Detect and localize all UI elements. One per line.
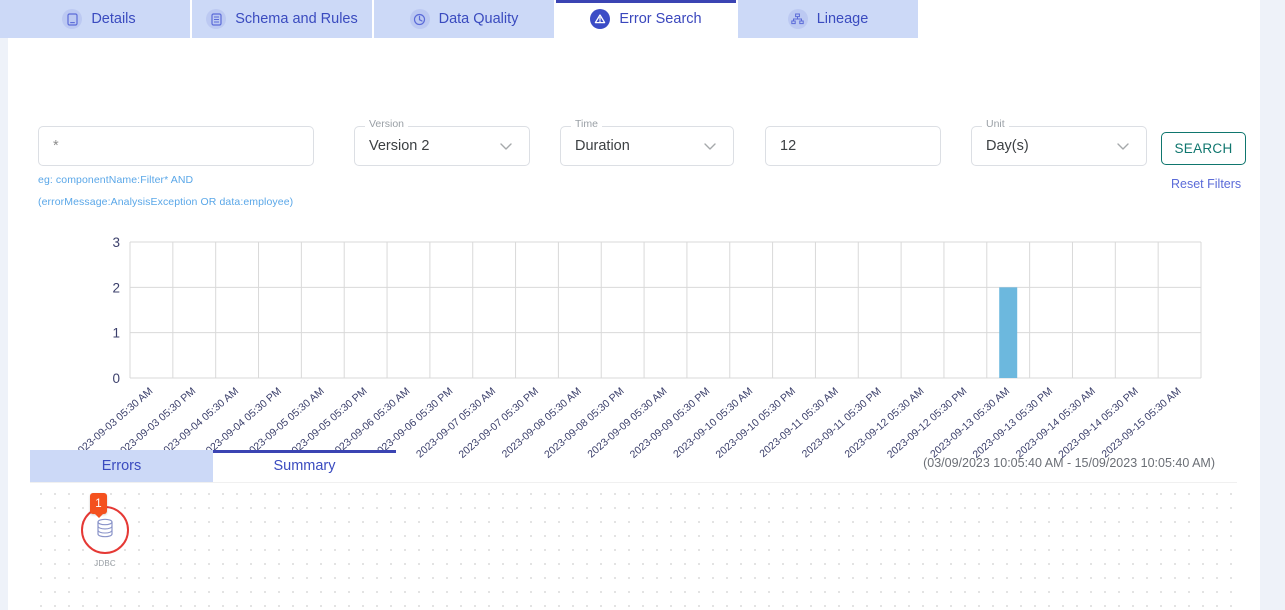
time-select-label: Time (571, 119, 602, 130)
svg-text:2023-09-14 05:30 PM: 2023-09-14 05:30 PM (1056, 385, 1141, 461)
duration-value-input[interactable]: 12 (765, 126, 941, 166)
svg-text:1: 1 (112, 326, 120, 341)
result-tabstrip: Errors Summary (30, 450, 396, 482)
svg-text:2023-09-12 05:30 AM: 2023-09-12 05:30 AM (842, 385, 926, 460)
time-select[interactable]: Time Duration (560, 126, 734, 166)
svg-text:2023-09-15 05:30 AM: 2023-09-15 05:30 AM (1099, 385, 1183, 460)
search-button[interactable]: SEARCH (1161, 132, 1246, 165)
error-count-badge[interactable]: 1 (90, 493, 107, 514)
svg-text:2023-09-08 05:30 PM: 2023-09-08 05:30 PM (542, 385, 627, 461)
svg-text:2023-09-10 05:30 PM: 2023-09-10 05:30 PM (713, 385, 798, 461)
tab-errors[interactable]: Errors (30, 450, 213, 482)
version-select-value: Version 2 (369, 138, 497, 154)
svg-text:2023-09-07 05:30 PM: 2023-09-07 05:30 PM (456, 385, 541, 461)
svg-text:0: 0 (112, 371, 120, 386)
graph-node-label: JDBC (74, 559, 136, 568)
svg-text:2023-09-09 05:30 AM: 2023-09-09 05:30 AM (585, 385, 669, 460)
tab-schema-and-rules-label: Schema and Rules (235, 11, 358, 27)
svg-text:2023-09-11 05:30 PM: 2023-09-11 05:30 PM (800, 385, 884, 460)
duration-value: 12 (780, 138, 926, 154)
chart-svg[interactable]: 01232023-09-03 05:30 AM2023-09-03 05:30 … (8, 188, 1260, 478)
svg-text:2: 2 (112, 280, 120, 295)
tab-data-quality[interactable]: Data Quality (374, 0, 556, 38)
tab-errors-label: Errors (102, 458, 141, 474)
chevron-down-icon[interactable] (1114, 137, 1132, 155)
svg-text:2023-09-11 05:30 AM: 2023-09-11 05:30 AM (757, 385, 841, 460)
document-icon (62, 9, 82, 29)
version-select[interactable]: Version Version 2 (354, 126, 530, 166)
unit-select-label: Unit (982, 119, 1009, 130)
error-search-card: * Version Version 2 Time Duration 12 (8, 38, 1260, 610)
svg-text:2023-09-08 05:30 AM: 2023-09-08 05:30 AM (500, 385, 584, 460)
tab-summary[interactable]: Summary (213, 450, 396, 482)
svg-text:2023-09-14 05:30 AM: 2023-09-14 05:30 AM (1014, 385, 1098, 460)
warning-icon (590, 9, 610, 29)
chevron-down-icon[interactable] (497, 137, 515, 155)
svg-text:3: 3 (112, 235, 120, 250)
query-input[interactable]: * (38, 126, 314, 166)
svg-text:2023-09-10 05:30 AM: 2023-09-10 05:30 AM (671, 385, 755, 460)
tab-lineage-label: Lineage (817, 11, 869, 27)
error-histogram-chart: 01232023-09-03 05:30 AM2023-09-03 05:30 … (8, 188, 1260, 478)
tab-error-search[interactable]: Error Search (556, 0, 738, 38)
version-select-label: Version (365, 119, 408, 130)
list-icon (206, 9, 226, 29)
tab-details[interactable]: Details (8, 0, 192, 38)
svg-text:2023-09-07 05:30 AM: 2023-09-07 05:30 AM (414, 385, 498, 460)
svg-text:2023-09-13 05:30 AM: 2023-09-13 05:30 AM (928, 385, 1012, 460)
tab-schema-and-rules[interactable]: Schema and Rules (192, 0, 374, 38)
chevron-down-icon[interactable] (701, 137, 719, 155)
tab-details-label: Details (91, 11, 135, 27)
tab-error-search-label: Error Search (619, 11, 701, 27)
hierarchy-icon (788, 9, 808, 29)
database-icon (94, 516, 116, 545)
filter-bar: * Version Version 2 Time Duration 12 (8, 38, 1260, 158)
tab-lineage[interactable]: Lineage (738, 0, 920, 38)
tab-data-quality-label: Data Quality (439, 11, 519, 27)
date-range-text: (03/09/2023 10:05:40 AM - 15/09/2023 10:… (923, 456, 1215, 470)
tabstrip-left-filler (0, 0, 8, 38)
query-hint-line-1: eg: componentName:Filter* AND (38, 174, 193, 186)
history-icon (410, 9, 430, 29)
main-tabstrip: Details Schema and Rules Data Quality Er… (8, 0, 1260, 38)
svg-text:2023-09-12 05:30 PM: 2023-09-12 05:30 PM (885, 385, 970, 461)
unit-select[interactable]: Unit Day(s) (971, 126, 1147, 166)
tab-summary-label: Summary (273, 458, 335, 474)
graph-node-jdbc[interactable]: 1 JDBC (74, 506, 136, 578)
tabstrip-right-filler (1260, 0, 1285, 38)
time-select-value: Duration (575, 138, 701, 154)
query-input-value: * (53, 138, 299, 154)
svg-text:2023-09-13 05:30 PM: 2023-09-13 05:30 PM (970, 385, 1055, 461)
svg-text:2023-09-09 05:30 PM: 2023-09-09 05:30 PM (628, 385, 713, 461)
error-search-page: Details Schema and Rules Data Quality Er… (0, 0, 1285, 610)
summary-graph-canvas[interactable]: 1 JDBC (30, 482, 1237, 610)
unit-select-value: Day(s) (986, 138, 1114, 154)
